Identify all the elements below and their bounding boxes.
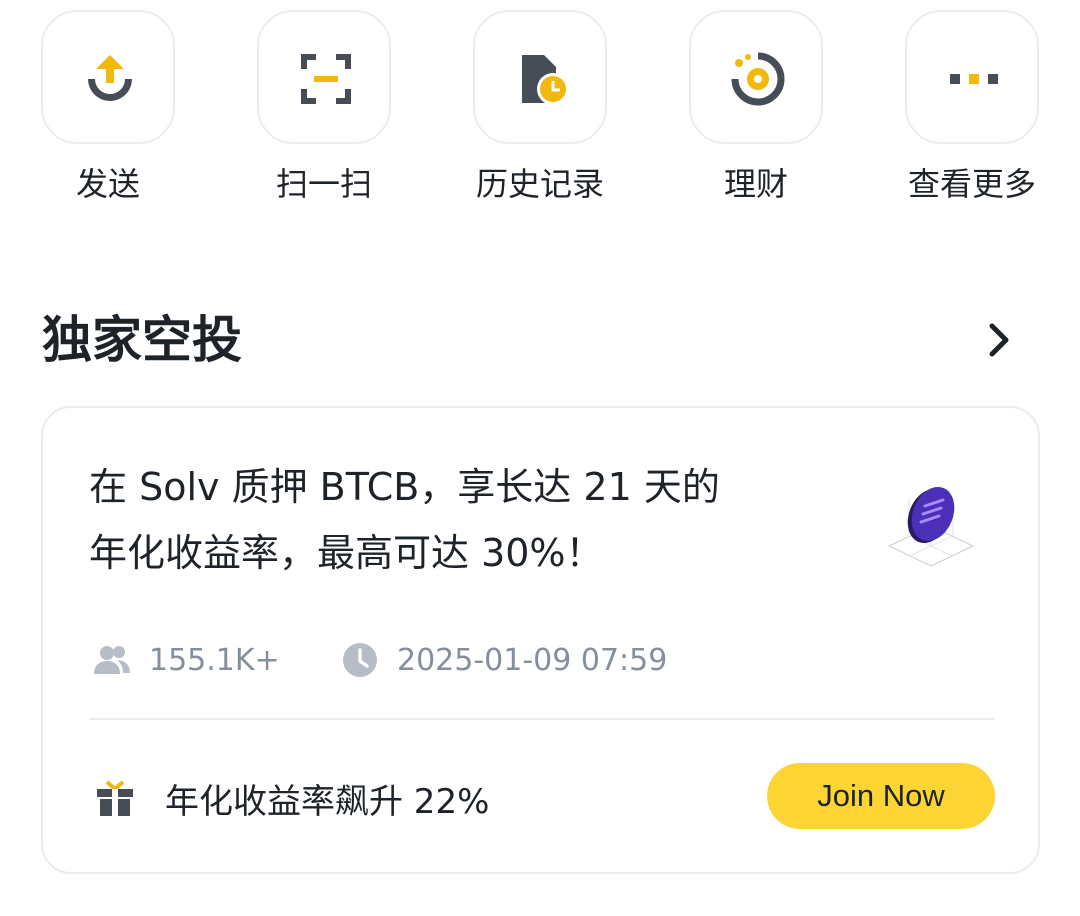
more-label: 查看更多 [907, 165, 1036, 203]
participants-count: 155.1K+ [149, 642, 280, 678]
earn-tile[interactable] [689, 10, 823, 144]
event-datetime: 2025-01-09 07:59 [397, 642, 668, 678]
scan-label: 扫一扫 [275, 165, 372, 203]
card-title: 在 Solv 质押 BTCB，享长达 21 天的 年化收益率，最高可达 30%！ [89, 454, 829, 586]
scan-action[interactable]: 扫一扫 [216, 10, 432, 210]
history-tile[interactable] [473, 10, 607, 144]
send-action[interactable]: 发送 [0, 10, 216, 210]
send-tile[interactable] [41, 10, 175, 144]
event-time: 2025-01-09 07:59 [341, 640, 667, 680]
clock-icon [343, 643, 377, 677]
card-title-line-1: 在 Solv 质押 BTCB，享长达 21 天的 [89, 465, 720, 509]
section-title: 独家空投 [42, 311, 242, 369]
earn-label: 理财 [723, 165, 788, 203]
send-label: 发送 [75, 165, 140, 203]
send-icon [88, 55, 132, 101]
reward-text: 年化收益率飙升 22% [165, 781, 490, 822]
more-action[interactable]: 查看更多 [864, 10, 1080, 210]
quick-actions: 发送 扫一扫 历史记录 理财 查看更多 [0, 10, 1080, 210]
participants: 155.1K+ [93, 640, 280, 680]
join-now-button[interactable]: Join Now [767, 763, 995, 829]
card-divider [89, 718, 995, 720]
chevron-right-icon[interactable] [978, 318, 1022, 362]
scan-tile[interactable] [257, 10, 391, 144]
airdrop-card[interactable]: 在 Solv 质押 BTCB，享长达 21 天的 年化收益率，最高可达 30%！… [41, 406, 1040, 874]
earn-icon [731, 52, 785, 106]
reward-info: 年化收益率飙升 22% [95, 774, 489, 822]
earn-action[interactable]: 理财 [648, 10, 864, 210]
more-icon [950, 74, 998, 84]
solv-token-icon [887, 486, 975, 567]
scan-icon [301, 54, 351, 104]
history-action[interactable]: 历史记录 [432, 10, 648, 210]
more-tile[interactable] [905, 10, 1039, 144]
gift-icon [97, 780, 133, 816]
history-icon [522, 55, 569, 105]
card-title-line-2: 年化收益率，最高可达 30%！ [89, 531, 604, 575]
history-label: 历史记录 [475, 165, 604, 203]
users-icon [94, 646, 130, 674]
